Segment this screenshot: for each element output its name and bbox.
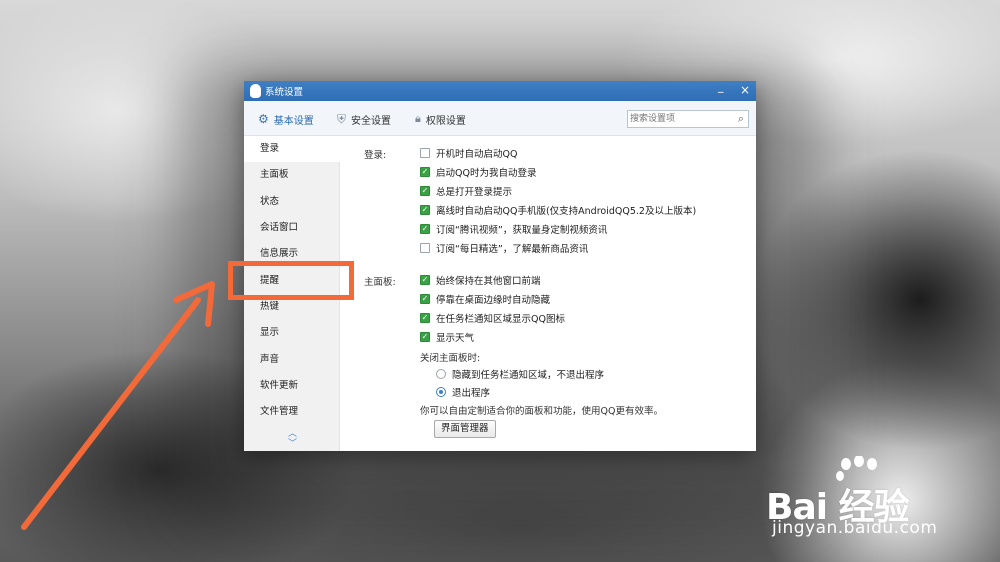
option-label: 在任务栏通知区域显示QQ图标: [436, 314, 565, 325]
qq-penguin-icon: [250, 84, 261, 98]
option-label: 开机时自动启动QQ: [436, 149, 518, 160]
checkbox-checked[interactable]: ✓: [420, 275, 430, 285]
radio-exit-program[interactable]: 退出程序: [436, 385, 490, 399]
option-subscribe-daily[interactable]: 订阅“每日精选”，了解最新商品资讯: [420, 241, 588, 255]
close-button[interactable]: ×: [740, 82, 750, 98]
option-label: 总是打开登录提示: [436, 187, 513, 198]
search-box[interactable]: ⌕: [627, 110, 749, 128]
option-label: 停靠在桌面边缘时自动隐藏: [436, 295, 551, 306]
search-input[interactable]: [630, 112, 730, 126]
checkbox-checked[interactable]: ✓: [420, 313, 430, 323]
main-panel-section-label: 主面板:: [364, 277, 396, 288]
sidebar-item-file-management[interactable]: 文件管理: [244, 399, 340, 425]
sidebar-item-status[interactable]: 状态: [244, 189, 340, 215]
minimize-button[interactable]: _: [718, 81, 724, 95]
sidebar-item-main-panel[interactable]: 主面板: [244, 162, 340, 188]
option-tray-icon[interactable]: ✓ 在任务栏通知区域显示QQ图标: [420, 311, 565, 325]
sidebar-item-sound[interactable]: 声音: [244, 347, 340, 373]
tab-security-settings[interactable]: ⛨ 安全设置: [337, 111, 391, 127]
window-title: 系统设置: [265, 87, 304, 98]
checkbox-checked[interactable]: ✓: [420, 224, 430, 234]
shield-icon: ⛨: [337, 111, 347, 126]
scroll-down-icon[interactable]: ﹀: [288, 436, 297, 449]
gear-icon: ⚙: [258, 112, 269, 126]
checkbox-unchecked[interactable]: [420, 148, 430, 158]
tab-label: 基本设置: [273, 115, 314, 127]
customize-hint: 你可以自由定制适合你的面板和功能，使用QQ更有效率。: [420, 406, 663, 417]
option-auto-login[interactable]: ✓ 启动QQ时为我自动登录: [420, 165, 536, 179]
tab-label: 权限设置: [425, 115, 466, 127]
checkbox-unchecked[interactable]: [420, 243, 430, 253]
logo-url: jingyan.baidu.com: [772, 518, 938, 538]
sidebar-item-display[interactable]: 显示: [244, 320, 340, 346]
sidebar-item-login[interactable]: 登录: [244, 136, 340, 162]
option-show-weather[interactable]: ✓ 显示天气: [420, 330, 474, 344]
option-auto-start[interactable]: 开机时自动启动QQ: [420, 146, 517, 160]
tab-bar: ⚙ 基本设置 ⛨ 安全设置 🔒︎ 权限设置 ⌕: [244, 101, 756, 136]
option-subscribe-video[interactable]: ✓ 订阅“腾讯视频”，获取量身定制视频资讯: [420, 222, 607, 236]
checkbox-checked[interactable]: ✓: [420, 186, 430, 196]
lock-icon: 🔒︎: [415, 112, 421, 125]
interface-manager-button[interactable]: 界面管理器: [434, 420, 496, 438]
option-label: 隐藏到任务栏通知区域，不退出程序: [452, 370, 605, 381]
tab-label: 安全设置: [351, 115, 392, 127]
checkbox-checked[interactable]: ✓: [420, 205, 430, 215]
option-mobile-qq[interactable]: ✓ 离线时自动启动QQ手机版(仅支持AndroidQQ5.2及以上版本): [420, 203, 696, 217]
sidebar-item-chat-window[interactable]: 会话窗口: [244, 215, 340, 241]
login-section-label: 登录:: [364, 150, 387, 161]
checkbox-checked[interactable]: ✓: [420, 332, 430, 342]
baidu-jingyan-logo: Bai 经验 jingyan.baidu.com: [766, 456, 976, 546]
tab-permission-settings[interactable]: 🔒︎ 权限设置: [415, 111, 466, 127]
sidebar-item-software-update[interactable]: 软件更新: [244, 373, 340, 399]
option-auto-hide[interactable]: ✓ 停靠在桌面边缘时自动隐藏: [420, 292, 550, 306]
option-label: 启动QQ时为我自动登录: [436, 168, 537, 179]
radio-selected[interactable]: [436, 387, 446, 397]
option-label: 退出程序: [452, 388, 491, 399]
checkbox-checked[interactable]: ✓: [420, 167, 430, 177]
option-label: 订阅“腾讯视频”，获取量身定制视频资讯: [436, 225, 608, 236]
option-label: 订阅“每日精选”，了解最新商品资讯: [436, 244, 589, 255]
option-label: 离线时自动启动QQ手机版(仅支持AndroidQQ5.2及以上版本): [436, 206, 697, 217]
checkbox-checked[interactable]: ✓: [420, 294, 430, 304]
highlight-box: [228, 261, 354, 300]
option-label: 始终保持在其他窗口前端: [436, 276, 541, 287]
search-icon[interactable]: ⌕: [738, 112, 744, 126]
option-label: 显示天气: [436, 333, 475, 344]
close-panel-label: 关闭主面板时:: [420, 353, 481, 364]
title-bar[interactable]: 系统设置 _ ×: [244, 81, 756, 101]
radio-hide-to-tray[interactable]: 隐藏到任务栏通知区域，不退出程序: [436, 367, 604, 381]
radio-unselected[interactable]: [436, 369, 446, 379]
settings-content: 登录: 开机时自动启动QQ ✓ 启动QQ时为我自动登录 ✓ 总是打开登录提示 ✓…: [340, 136, 756, 451]
option-login-tips[interactable]: ✓ 总是打开登录提示: [420, 184, 512, 198]
option-always-on-top[interactable]: ✓ 始终保持在其他窗口前端: [420, 273, 541, 287]
paw-icon: [836, 456, 877, 481]
tab-basic-settings[interactable]: ⚙ 基本设置: [258, 111, 314, 127]
